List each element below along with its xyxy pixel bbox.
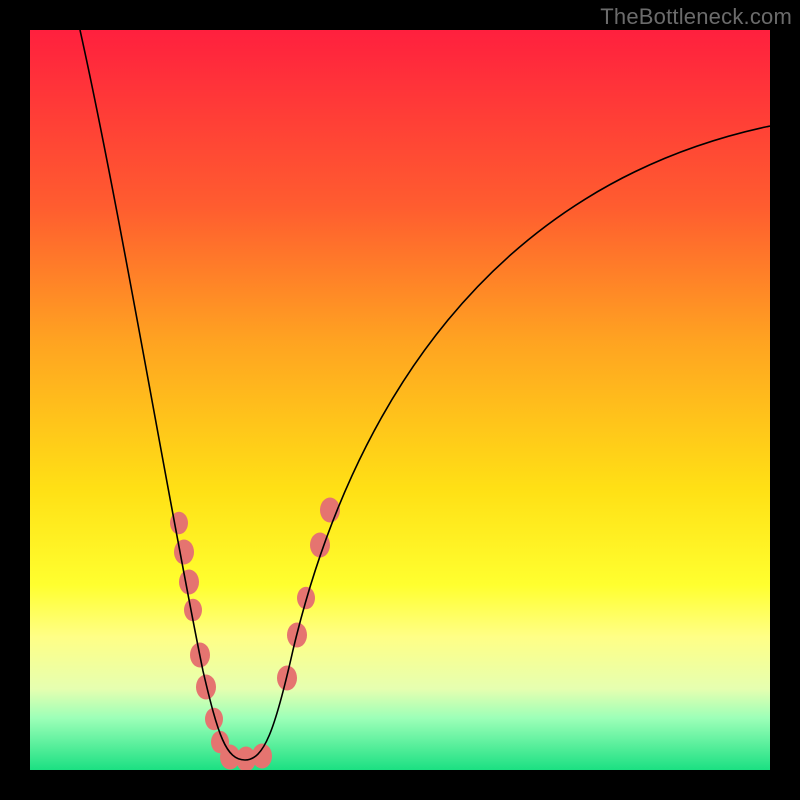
plot-area: [30, 30, 770, 770]
watermark-text: TheBottleneck.com: [600, 4, 792, 30]
chart-svg: [30, 30, 770, 770]
bottleneck-curve: [80, 30, 770, 760]
curve-marker: [205, 708, 223, 731]
curve-marker: [179, 570, 199, 595]
curve-marker: [174, 540, 194, 565]
curve-marker: [196, 675, 216, 700]
